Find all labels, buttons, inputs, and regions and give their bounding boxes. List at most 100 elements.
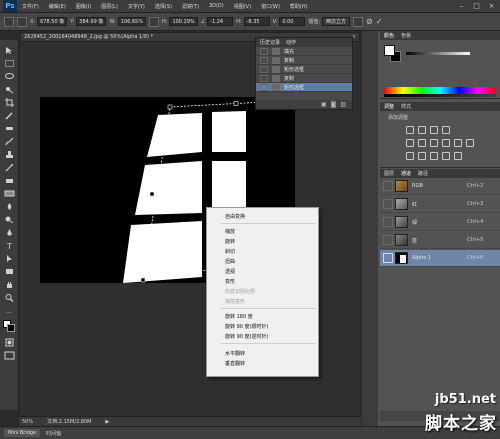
v-skew-input[interactable]: 0.00 xyxy=(279,17,306,26)
levels-icon[interactable] xyxy=(418,126,426,134)
selective-color-icon[interactable] xyxy=(454,152,462,160)
visibility-toggle[interactable] xyxy=(383,235,393,245)
tab-swatches[interactable]: 色板 xyxy=(401,32,411,39)
tab-paths[interactable]: 路径 xyxy=(418,170,428,177)
quick-select-tool-icon[interactable] xyxy=(4,85,15,94)
cancel-transform-icon[interactable]: ⊘ xyxy=(366,17,373,26)
tab-mini-bridge[interactable]: Mini Bridge xyxy=(4,429,41,437)
zoom-tool-icon[interactable] xyxy=(4,293,15,302)
close-icon[interactable]: × xyxy=(487,2,496,10)
y-input[interactable]: 384.99 像 xyxy=(76,17,107,26)
history-item[interactable]: 填充 xyxy=(256,47,352,56)
history-checkbox[interactable] xyxy=(260,47,268,55)
pen-tool-icon[interactable] xyxy=(4,228,15,237)
eyedropper-tool-icon[interactable] xyxy=(4,111,15,120)
posterize-icon[interactable] xyxy=(418,152,426,160)
marquee-tool-icon[interactable] xyxy=(4,59,15,68)
menu-image[interactable]: 图像(I) xyxy=(71,3,96,10)
history-checkbox[interactable] xyxy=(260,83,268,91)
channel-row-alpha-1[interactable]: Alpha 1 Ctrl+6 xyxy=(380,250,500,267)
menu-edit[interactable]: 编辑(E) xyxy=(44,3,71,10)
tab-layers[interactable]: 图层 xyxy=(384,170,394,177)
invert-icon[interactable] xyxy=(406,152,414,160)
angle-input[interactable]: -1.24 xyxy=(207,17,234,26)
interp-select[interactable]: 两次立方 xyxy=(322,17,351,26)
menu-layer[interactable]: 图层(L) xyxy=(96,3,123,10)
history-checkbox[interactable] xyxy=(260,56,268,64)
menu-item-perspective[interactable]: 透视 xyxy=(225,268,235,275)
channel-mixer-icon[interactable] xyxy=(466,139,474,147)
document-info[interactable]: 文档:2.15M/2.80M xyxy=(47,418,91,425)
visibility-toggle[interactable] xyxy=(383,217,393,227)
exposure-icon[interactable] xyxy=(442,126,450,134)
menu-window[interactable]: 窗口(W) xyxy=(256,3,285,10)
history-item[interactable]: 矩形选框 xyxy=(256,65,352,74)
curves-icon[interactable] xyxy=(430,126,438,134)
lasso-tool-icon[interactable] xyxy=(4,72,15,81)
channel-row-red[interactable]: 红 Ctrl+3 xyxy=(380,196,500,213)
color-balance-icon[interactable] xyxy=(430,139,438,147)
menu-item-skew[interactable]: 斜切 xyxy=(225,248,235,255)
menu-3d[interactable]: 3D(D) xyxy=(204,3,229,9)
menu-item-rotate-90-cw[interactable]: 旋转 90 度(顺时针) xyxy=(225,323,268,330)
channel-row-rgb[interactable]: RGB Ctrl+2 xyxy=(380,178,500,195)
menu-item-scale[interactable]: 缩放 xyxy=(225,228,235,235)
crop-tool-icon[interactable] xyxy=(4,98,15,107)
transform-tool-icon[interactable] xyxy=(4,16,14,27)
history-checkbox[interactable] xyxy=(260,65,268,73)
hand-tool-icon[interactable] xyxy=(4,280,15,289)
x-input[interactable]: 678.50 像 xyxy=(37,17,68,26)
clone-stamp-tool-icon[interactable] xyxy=(4,150,15,159)
history-brush-tool-icon[interactable] xyxy=(4,163,15,172)
link-icon[interactable] xyxy=(148,16,159,27)
channel-row-green[interactable]: 绿 Ctrl+4 xyxy=(380,214,500,231)
h-skew-input[interactable]: -8.35 xyxy=(243,17,270,26)
dodge-tool-icon[interactable] xyxy=(4,215,15,224)
maximize-icon[interactable]: □ xyxy=(472,2,481,10)
menu-help[interactable]: 帮助(H) xyxy=(285,3,313,10)
menu-item-free-transform[interactable]: 自由变换 xyxy=(225,213,245,220)
tab-styles[interactable]: 样式 xyxy=(401,103,411,110)
gradient-tool-icon[interactable] xyxy=(4,189,15,198)
menu-filter[interactable]: 滤镜(T) xyxy=(177,3,204,10)
rectangle-tool-icon[interactable] xyxy=(4,267,15,276)
menu-item-rotate-90-ccw[interactable]: 旋转 90 度(逆时针) xyxy=(225,333,268,340)
foreground-color-chip[interactable] xyxy=(384,45,395,56)
w-input[interactable]: 106.65% xyxy=(117,17,146,26)
status-arrow-icon[interactable]: ▶ xyxy=(105,419,109,425)
history-item[interactable]: 复制 xyxy=(256,56,352,65)
history-item-active[interactable]: 矩形选框 xyxy=(256,83,352,92)
menu-item-rotate-180[interactable]: 旋转 180 度 xyxy=(225,313,253,320)
menu-item-distort[interactable]: 扭曲 xyxy=(225,258,235,265)
tab-history[interactable]: 历史记录 xyxy=(260,39,280,46)
color-slider[interactable] xyxy=(406,52,470,55)
new-document-icon[interactable]: ▣ xyxy=(321,101,327,108)
history-item[interactable]: 复制 xyxy=(256,74,352,83)
vibrance-icon[interactable] xyxy=(406,139,414,147)
menu-item-warp[interactable]: 变形 xyxy=(225,278,235,285)
commit-transform-icon[interactable]: ✓ xyxy=(376,17,383,26)
minimize-icon[interactable]: – xyxy=(457,2,466,10)
menu-view[interactable]: 视图(V) xyxy=(229,3,256,10)
camera-icon[interactable]: ◙ xyxy=(331,101,337,108)
hue-saturation-icon[interactable] xyxy=(418,139,426,147)
menu-item-flip-vertical[interactable]: 垂直翻转 xyxy=(225,360,245,367)
eye-icon[interactable] xyxy=(383,253,393,263)
gradient-map-icon[interactable] xyxy=(442,152,450,160)
more-tools-icon[interactable]: ... xyxy=(4,306,15,315)
tab-actions[interactable]: 动作 xyxy=(286,39,296,46)
reference-point-icon[interactable] xyxy=(17,16,27,27)
tab-timeline[interactable]: 时间轴 xyxy=(46,430,61,437)
brush-tool-icon[interactable] xyxy=(4,137,15,146)
warp-icon[interactable] xyxy=(353,16,364,27)
background-color-swatch[interactable] xyxy=(7,324,15,332)
healing-brush-tool-icon[interactable] xyxy=(4,124,15,133)
visibility-toggle[interactable] xyxy=(383,181,393,191)
quick-mask-icon[interactable] xyxy=(4,338,15,347)
menu-select[interactable]: 选择(S) xyxy=(150,3,177,10)
tab-channels[interactable]: 通道 xyxy=(401,170,411,177)
black-white-icon[interactable] xyxy=(442,139,450,147)
history-checkbox[interactable] xyxy=(260,74,268,82)
photo-filter-icon[interactable] xyxy=(454,139,462,147)
blur-tool-icon[interactable] xyxy=(4,202,15,211)
